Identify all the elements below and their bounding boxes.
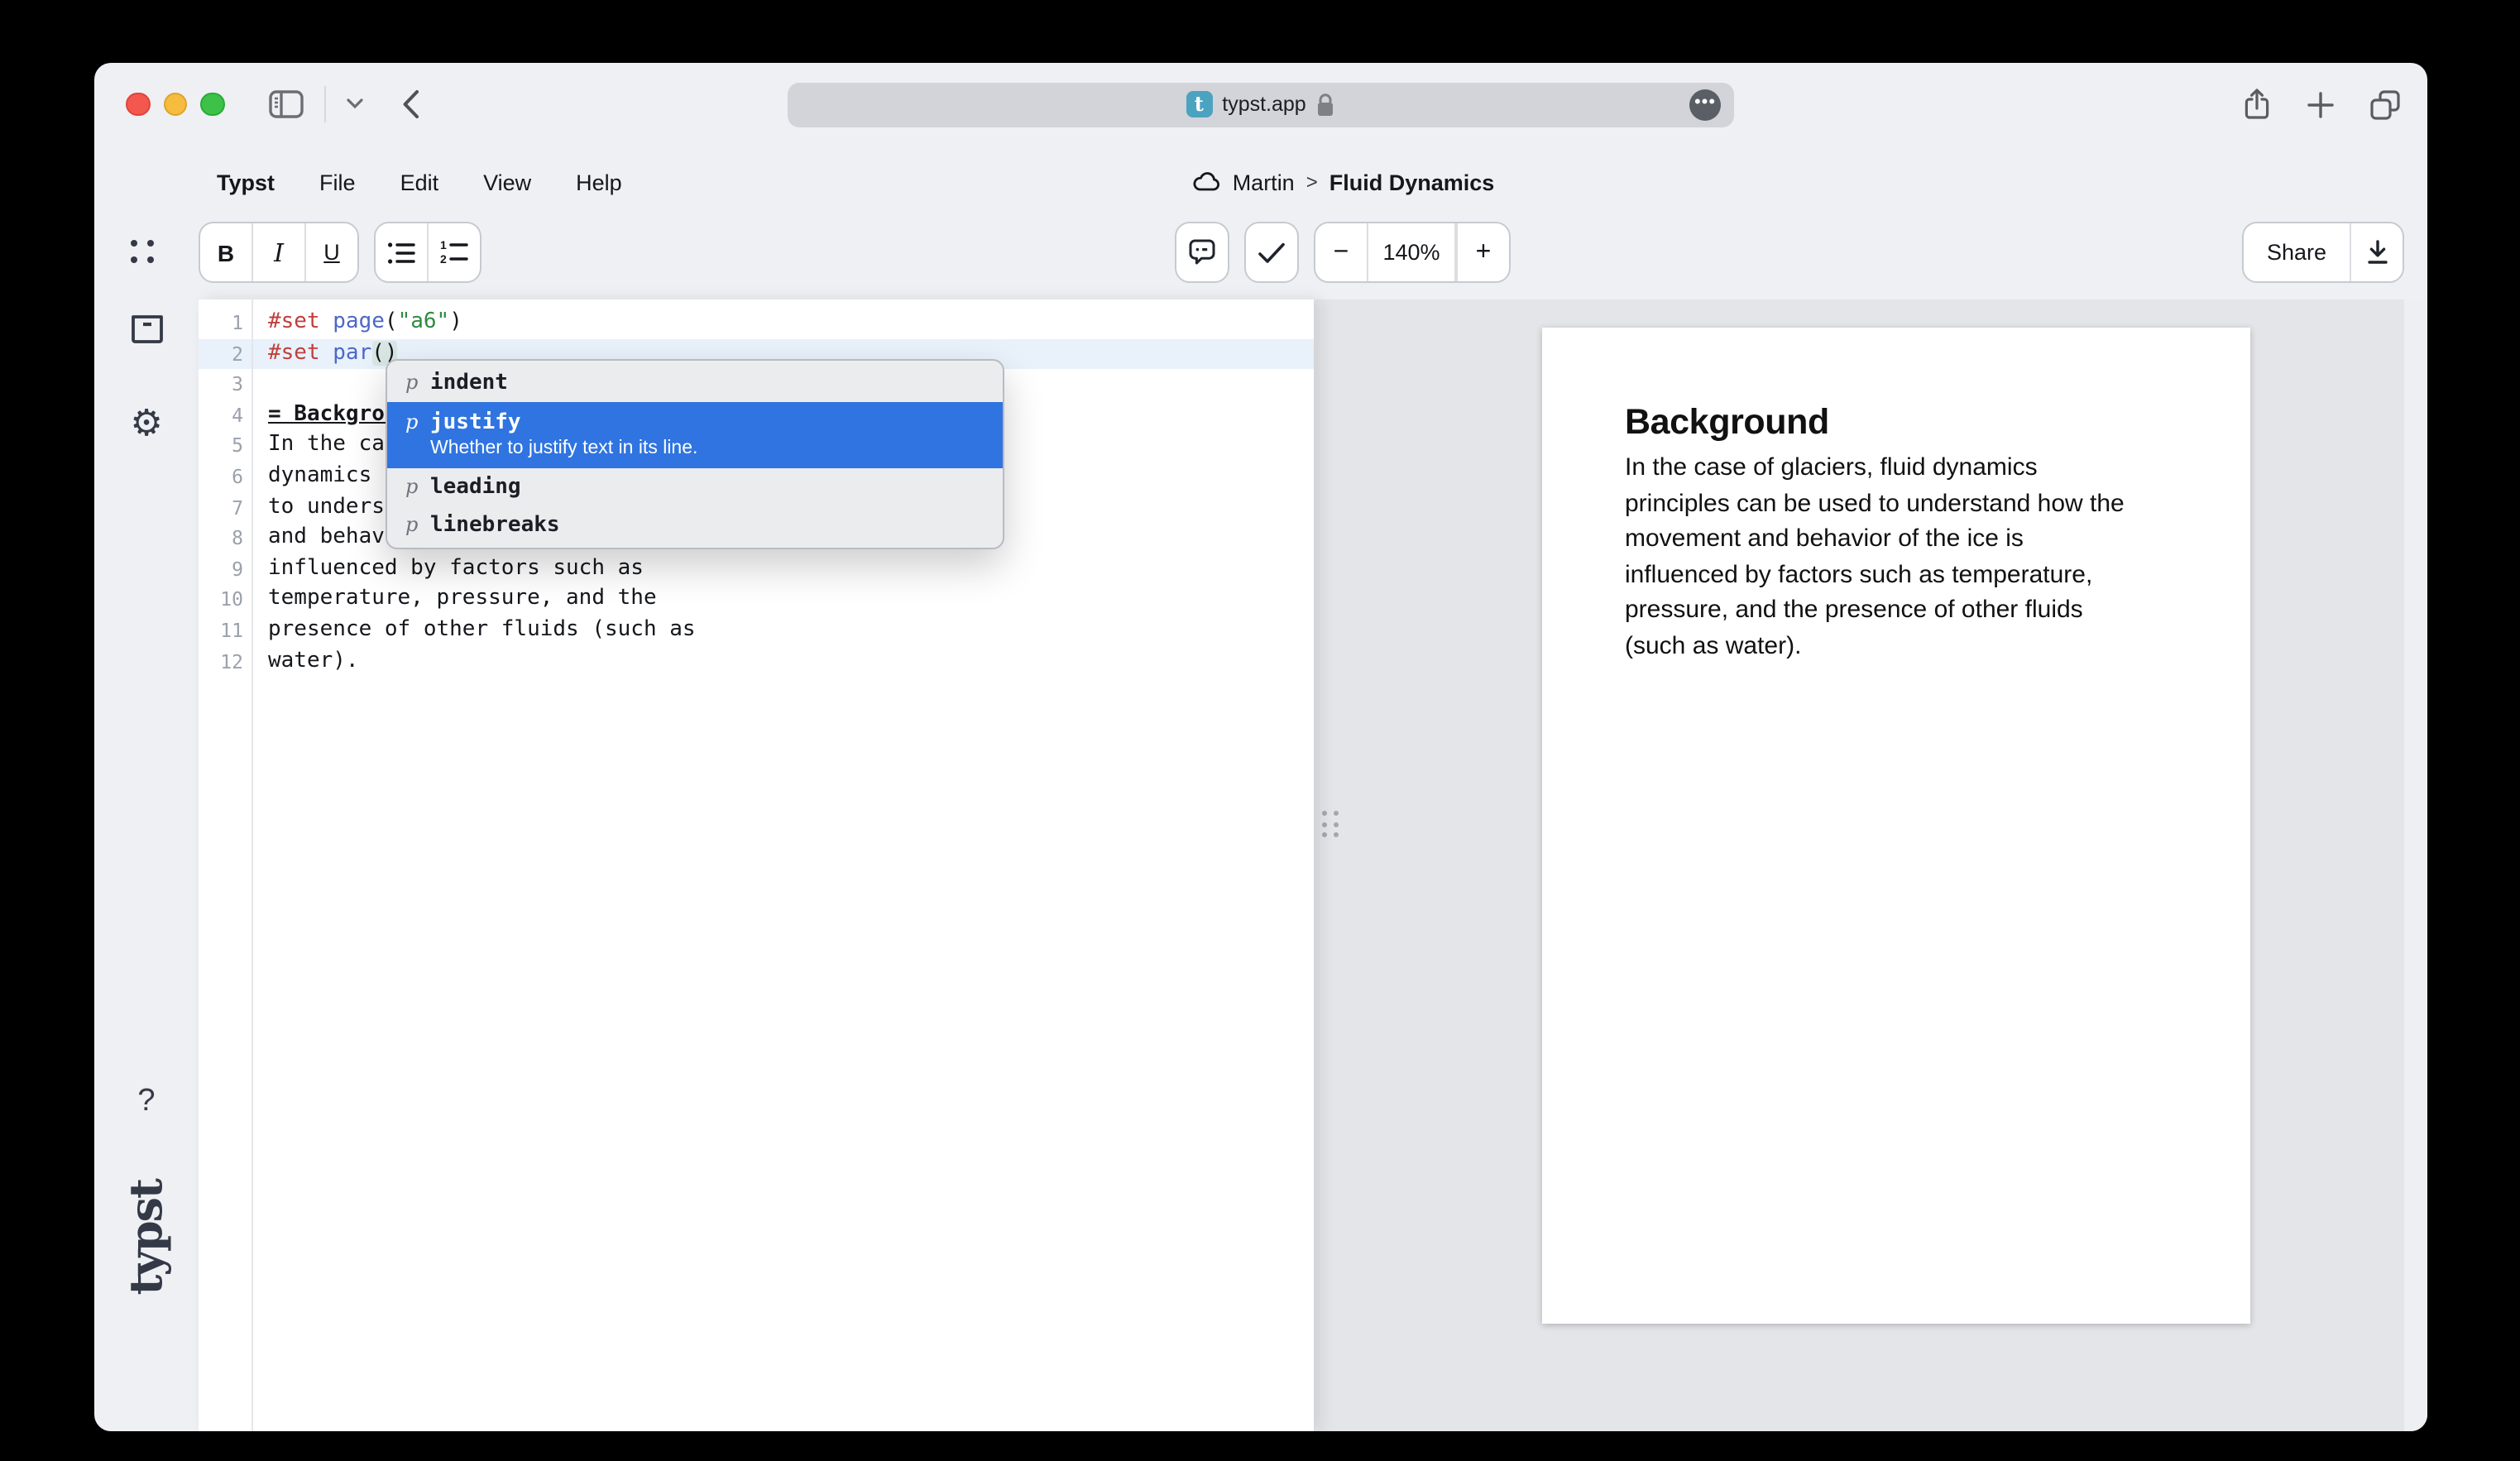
window-controls: [126, 93, 224, 117]
text-format-group: B I U: [199, 222, 359, 283]
pane-resize-handle[interactable]: [1322, 811, 1338, 837]
svg-text:2: 2: [440, 252, 447, 265]
line-number: 1: [199, 308, 243, 338]
sidebar-toggle-button[interactable]: [267, 89, 304, 119]
preview-pane: Background In the case of glaciers, flui…: [1314, 299, 2427, 1431]
param-icon: p: [405, 364, 430, 402]
share-group: Share: [2242, 222, 2404, 283]
line-number: 3: [199, 369, 243, 400]
close-window-button[interactable]: [126, 93, 150, 117]
line-number: 4: [199, 400, 243, 431]
autocomplete-item-leading[interactable]: p leading: [387, 468, 1003, 506]
line-number: 12: [199, 646, 243, 677]
zoom-out-button[interactable]: −: [1315, 223, 1367, 281]
help-icon[interactable]: ?: [137, 1084, 155, 1120]
back-button[interactable]: [401, 89, 419, 119]
chevron-down-icon[interactable]: [345, 98, 363, 111]
code-line[interactable]: 12 water).: [199, 646, 1314, 677]
comment-group: [1175, 222, 1229, 283]
left-rail: ⚙ ? typst: [94, 299, 199, 1431]
line-number: 9: [199, 554, 243, 585]
menu-edit[interactable]: Edit: [400, 170, 439, 194]
breadcrumb-separator: >: [1306, 170, 1318, 194]
italic-button[interactable]: I: [252, 223, 304, 281]
grid-menu-icon[interactable]: [131, 240, 154, 263]
workspace: ⚙ ? typst 1 #set page("a6") 2 #set par(): [94, 299, 2427, 1431]
menu-help[interactable]: Help: [576, 170, 622, 194]
breadcrumb: Martin > Fluid Dynamics: [1193, 170, 1495, 194]
share-button[interactable]: Share: [2244, 223, 2350, 281]
settings-gear-icon[interactable]: ⚙: [130, 404, 162, 445]
download-button[interactable]: [2350, 223, 2403, 281]
line-number: 8: [199, 523, 243, 553]
page-menu-button[interactable]: •••: [1689, 89, 1721, 120]
typst-logo: typst: [121, 1180, 172, 1303]
param-icon: p: [405, 506, 430, 544]
code-editor[interactable]: 1 #set page("a6") 2 #set par() 3 4 = Bac…: [199, 299, 1314, 1431]
line-number: 5: [199, 431, 243, 462]
bullet-list-button[interactable]: [376, 223, 427, 281]
preview-heading: Background: [1625, 400, 2168, 445]
gutter-divider: [252, 299, 253, 1431]
underline-button[interactable]: U: [304, 223, 357, 281]
menu-typst[interactable]: Typst: [217, 170, 275, 194]
line-number: 2: [199, 338, 243, 369]
compile-status-group: [1244, 222, 1299, 283]
breadcrumb-document-title: Fluid Dynamics: [1329, 170, 1495, 194]
cloud-sync-icon: [1193, 172, 1221, 192]
numbered-list-button[interactable]: 1 2: [427, 223, 480, 281]
file-panel-icon[interactable]: [130, 314, 163, 344]
zoom-level-value[interactable]: 140%: [1367, 223, 1456, 281]
autocomplete-item-justify-selected[interactable]: p justify Whether to justify text in its…: [387, 402, 1003, 468]
lock-icon: [1316, 92, 1336, 117]
url-text: typst.app: [1222, 93, 1306, 116]
checkmark-icon[interactable]: [1246, 223, 1297, 281]
chrome-divider: [323, 86, 325, 122]
new-tab-button[interactable]: [2307, 90, 2335, 118]
svg-text:1: 1: [440, 240, 447, 251]
autocomplete-item-indent[interactable]: p indent: [387, 364, 1003, 402]
zoom-in-button[interactable]: +: [1456, 223, 1509, 281]
zoom-window-button[interactable]: [200, 93, 224, 117]
code-line[interactable]: 11 presence of other fluids (such as: [199, 616, 1314, 646]
share-page-button[interactable]: [2242, 88, 2272, 121]
app-toolbar: B I U: [94, 218, 2427, 299]
preview-page: Background In the case of glaciers, flui…: [1542, 328, 2250, 1324]
app-menubar: Typst File Edit View Help Martin > Fluid…: [94, 146, 2427, 218]
autocomplete-item-linebreaks[interactable]: p linebreaks: [387, 506, 1003, 544]
param-icon: p: [405, 402, 430, 442]
url-field[interactable]: t typst.app •••: [788, 82, 1734, 127]
param-icon: p: [405, 468, 430, 506]
line-number: 6: [199, 462, 243, 492]
menu-file[interactable]: File: [319, 170, 356, 194]
line-number: 10: [199, 585, 243, 616]
bold-button[interactable]: B: [200, 223, 252, 281]
code-line[interactable]: 10 temperature, pressure, and the: [199, 585, 1314, 616]
autocomplete-description: Whether to justify text in its line.: [430, 438, 697, 460]
list-format-group: 1 2: [374, 222, 481, 283]
browser-window: t typst.app •••: [94, 63, 2427, 1431]
breadcrumb-account[interactable]: Martin: [1233, 170, 1295, 194]
line-number: 11: [199, 616, 243, 646]
preview-scrollbar-track[interactable]: [2404, 299, 2427, 1431]
code-line[interactable]: 9 influenced by factors such as: [199, 554, 1314, 585]
line-number: 7: [199, 492, 243, 523]
code-line[interactable]: 1 #set page("a6"): [199, 308, 1314, 338]
tab-overview-button[interactable]: [2369, 89, 2401, 120]
menu-view[interactable]: View: [483, 170, 531, 194]
preview-paragraph: In the case of glaciers, fluid dynamics …: [1625, 450, 2168, 664]
comment-button[interactable]: [1176, 223, 1228, 281]
browser-chrome: t typst.app •••: [94, 63, 2427, 146]
zoom-control: − 140% +: [1314, 222, 1511, 283]
site-favicon: t: [1186, 91, 1212, 117]
minimize-window-button[interactable]: [163, 93, 187, 117]
autocomplete-popup: p indent p justify Whether to justify te…: [386, 359, 1004, 549]
